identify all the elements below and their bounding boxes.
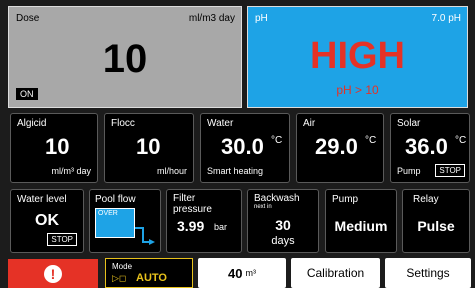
air-label: Air: [303, 118, 316, 129]
water-value: 30.0: [221, 134, 264, 159]
mode-play-icon: ▷◻: [112, 273, 127, 283]
algicid-tile[interactable]: Algicid 10 ml/m³ day: [10, 113, 98, 183]
solar-sub: Pump: [397, 166, 421, 176]
air-deg: °C: [365, 135, 377, 146]
water-tile[interactable]: Water 30.0 °C Smart heating: [200, 113, 290, 183]
alert-icon-glyph: !: [50, 265, 56, 282]
settings-button[interactable]: Settings: [385, 258, 471, 288]
water-level-label: Water level: [17, 194, 67, 205]
dose-label: Dose: [16, 13, 40, 24]
relay-label: Relay: [413, 194, 439, 205]
water-level-tile[interactable]: Water level OK STOP: [10, 189, 84, 253]
backwash-unit: days: [271, 235, 295, 247]
water-deg: °C: [271, 135, 283, 146]
water-level-stop-button[interactable]: STOP: [47, 233, 77, 246]
solar-label: Solar: [397, 118, 421, 129]
pump-value: Medium: [334, 218, 388, 234]
relay-value: Pulse: [417, 218, 455, 234]
pool-flow-diagram: OVER: [95, 208, 155, 248]
ph-reading: pH > 10: [336, 83, 379, 97]
solar-deg: °C: [455, 135, 467, 146]
pool-flow-label: Pool flow: [95, 194, 136, 205]
ph-panel[interactable]: pH 7.0 pH HIGH pH > 10: [247, 6, 468, 108]
pool-flow-tile[interactable]: Pool flow OVER: [89, 189, 161, 253]
filter-pressure-tile[interactable]: Filter pressure 3.99 bar: [166, 189, 242, 253]
volume-button[interactable]: 40 m³: [198, 258, 286, 288]
dose-unit: ml/m3 day: [188, 13, 235, 24]
water-sub: Smart heating: [207, 166, 264, 176]
mode-value: AUTO: [136, 272, 167, 284]
calibration-label: Calibration: [306, 266, 365, 280]
dose-panel[interactable]: Dose ml/m3 day 10 ON: [8, 6, 242, 108]
flocc-tile[interactable]: Flocc 10 ml/hour: [104, 113, 194, 183]
mode-button[interactable]: Mode ▷◻ AUTO: [105, 258, 193, 288]
flocc-label: Flocc: [111, 118, 135, 129]
volume-unit: m³: [245, 268, 256, 278]
settings-label: Settings: [406, 266, 450, 280]
dose-value: 10: [102, 37, 148, 81]
water-label: Water: [207, 118, 234, 129]
backwash-sub: next in: [254, 204, 272, 210]
dose-status-badge: ON: [16, 88, 38, 100]
algicid-unit: ml/m³ day: [51, 166, 91, 176]
solar-value: 36.0: [405, 134, 448, 159]
flocc-unit: ml/hour: [156, 166, 187, 176]
ph-state: HIGH: [310, 35, 405, 77]
air-value: 29.0: [315, 134, 358, 159]
backwash-value: 30: [275, 217, 291, 233]
water-level-value: OK: [35, 212, 59, 229]
filter-label: Filter pressure: [173, 193, 212, 215]
mode-label: Mode: [112, 262, 133, 271]
backwash-tile[interactable]: Backwash next in 30 days: [247, 189, 319, 253]
algicid-label: Algicid: [17, 118, 47, 129]
pump-label: Pump: [332, 194, 359, 205]
algicid-value: 10: [45, 134, 70, 159]
relay-tile[interactable]: Relay Pulse: [402, 189, 470, 253]
flocc-value: 10: [136, 134, 161, 159]
filter-value: 3.99: [177, 218, 205, 234]
calibration-button[interactable]: Calibration: [291, 258, 380, 288]
solar-stop-button[interactable]: STOP: [435, 164, 465, 177]
flow-arrow-icon: [135, 227, 155, 245]
backwash-label: Backwash: [254, 193, 300, 204]
volume-value: 40: [228, 265, 243, 281]
alert-button[interactable]: !: [8, 259, 98, 288]
air-tile[interactable]: Air 29.0 °C: [296, 113, 384, 183]
pump-tile[interactable]: Pump Medium: [325, 189, 397, 253]
alert-icon: !: [44, 264, 62, 283]
filter-unit: bar: [214, 222, 228, 232]
solar-tile[interactable]: Solar 36.0 °C Pump STOP: [390, 113, 470, 183]
ph-label: pH: [255, 13, 268, 24]
ph-setpoint: 7.0 pH: [431, 13, 461, 24]
